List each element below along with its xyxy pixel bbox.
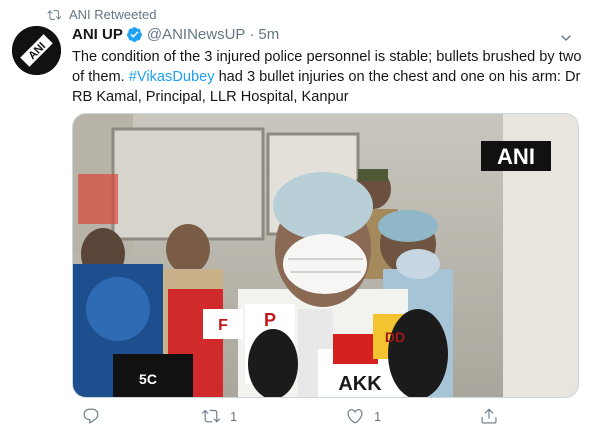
retweet-indicator[interactable]: ANI Retweeted	[47, 7, 156, 22]
share-button[interactable]	[480, 407, 498, 425]
chevron-down-icon[interactable]	[558, 30, 574, 46]
mic-label: AKK	[338, 373, 382, 395]
author-handle[interactable]: @ANINewsUP	[147, 26, 246, 43]
like-count: 1	[374, 408, 382, 424]
retweet-icon	[202, 409, 220, 423]
reply-icon	[83, 408, 99, 424]
retweet-icon	[47, 9, 61, 20]
retweet-count: 1	[230, 408, 238, 424]
tweet-media-image[interactable]: AKK DD P F 5C ANI	[72, 113, 579, 398]
heart-icon	[347, 409, 363, 424]
like-button[interactable]: 1	[346, 407, 381, 425]
mic-label: DD	[385, 329, 405, 345]
mic-label: F	[218, 317, 228, 334]
retweet-button[interactable]: 1	[202, 407, 237, 425]
retweet-label: ANI Retweeted	[69, 7, 157, 22]
share-icon	[481, 408, 497, 424]
tweet-timestamp[interactable]: 5m	[258, 26, 279, 43]
reply-button[interactable]	[82, 407, 110, 425]
mic-label: P	[264, 310, 276, 330]
tweet-header: ANI UP @ANINewsUP · 5m	[72, 26, 279, 43]
mic-label: 5C	[139, 371, 157, 387]
avatar[interactable]: ANI	[12, 26, 61, 75]
separator-dot: ·	[249, 26, 255, 43]
tweet-text: The condition of the 3 injured police pe…	[72, 47, 582, 107]
verified-badge-icon	[126, 27, 142, 42]
ani-watermark: ANI	[497, 144, 535, 169]
author-name[interactable]: ANI UP	[72, 26, 123, 43]
hashtag-link[interactable]: #VikasDubey	[129, 69, 215, 85]
